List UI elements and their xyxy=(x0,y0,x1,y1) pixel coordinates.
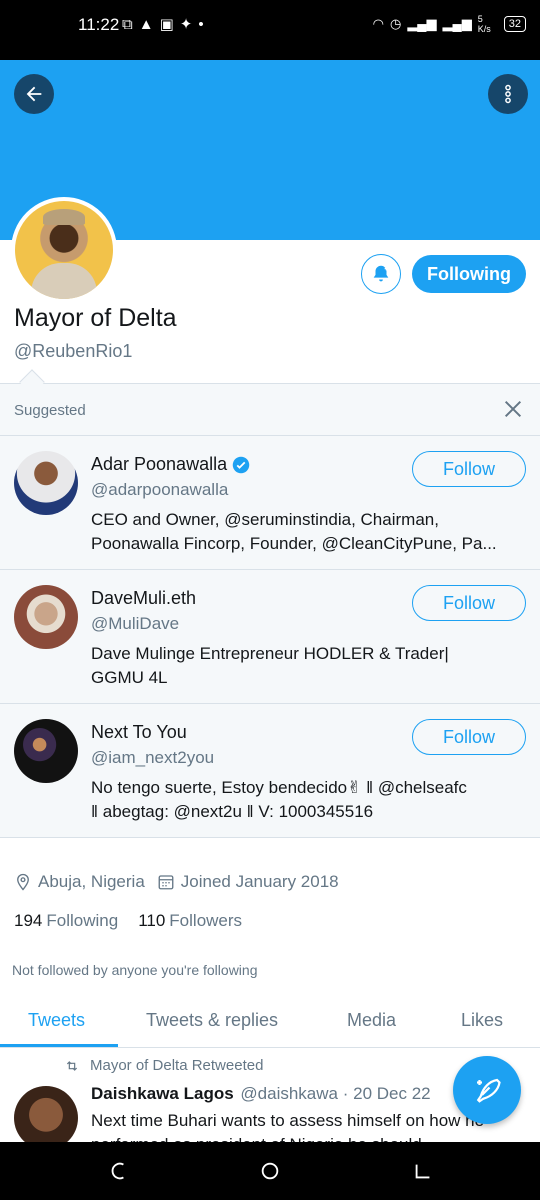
tab-media[interactable]: Media xyxy=(347,1010,396,1031)
bio-line: Dave Mulinge Entrepreneur HODLER & Trade… xyxy=(91,644,449,663)
suggested-name: DaveMuli.eth xyxy=(91,588,196,609)
bio-line: ‖ abegtag: @next2u ‖ V: 1000345516 xyxy=(91,802,374,821)
following-count-link[interactable]: 194 Following xyxy=(14,911,118,931)
system-nav-bar xyxy=(0,1142,540,1200)
tab-tweets[interactable]: Tweets xyxy=(28,1010,85,1031)
location-pin-icon xyxy=(17,873,29,891)
joined-item: Joined January 2018 xyxy=(157,872,339,892)
tweet-header: Daishkawa Lagos @daishkawa · 20 Dec 22 xyxy=(91,1084,431,1104)
app-icon: ▣ xyxy=(159,16,174,33)
tweet-author-name[interactable]: Daishkawa Lagos xyxy=(91,1084,234,1103)
suggested-name-text: Adar Poonawalla xyxy=(91,454,228,474)
alarm-icon: ◷ xyxy=(389,16,402,31)
location-text: Abuja, Nigeria xyxy=(38,872,145,891)
profile-avatar[interactable] xyxy=(11,197,117,303)
bio-line: GGMU 4L xyxy=(91,668,168,687)
more-options-button[interactable] xyxy=(488,74,528,114)
tweet-text[interactable]: Next time Buhari wants to assess himself… xyxy=(91,1109,521,1143)
suggested-item[interactable]: Next To You @iam_next2you No tengo suert… xyxy=(0,703,540,837)
profile-handle: @ReubenRio1 xyxy=(14,341,133,361)
tweet-author-handle: @daishkawa xyxy=(240,1084,338,1103)
retweet-context: Mayor of Delta Retweeted xyxy=(64,1057,263,1074)
avatar-body-shape xyxy=(31,263,97,299)
avatar[interactable] xyxy=(14,451,78,515)
back-nav-icon[interactable] xyxy=(412,1160,434,1182)
active-tab-indicator xyxy=(0,1044,118,1047)
back-button[interactable] xyxy=(14,74,54,114)
status-time: 11:22 xyxy=(78,15,120,34)
bio-line: No tengo suerte, Estoy bendecido✌ ‖ @che… xyxy=(91,778,467,797)
arrow-left-icon xyxy=(26,86,42,102)
followers-label: Followers xyxy=(169,911,243,930)
profile-display-name: Mayor of Delta xyxy=(14,304,177,332)
tweet-date: · 20 Dec 22 xyxy=(342,1084,431,1103)
compose-feather-icon xyxy=(476,1078,501,1103)
puzzle-icon: ✦ xyxy=(179,16,193,33)
bio-line: CEO and Owner, @seruminstindia, Chairman… xyxy=(91,510,439,529)
signal-icon: ▂▄▆ xyxy=(407,16,437,31)
dot-icon: • xyxy=(198,15,204,33)
recent-apps-icon[interactable] xyxy=(106,1160,128,1182)
avatar[interactable] xyxy=(14,719,78,783)
verified-badge-icon xyxy=(232,456,250,473)
bell-plus-icon xyxy=(373,265,389,282)
signal-icon-2: ▂▄▆ xyxy=(442,16,472,31)
avatar-hat-shape xyxy=(43,209,85,225)
following-count: 194 xyxy=(14,911,43,930)
home-icon[interactable] xyxy=(259,1160,281,1182)
close-icon[interactable] xyxy=(502,398,524,420)
suggested-item[interactable]: DaveMuli.eth @MuliDave Dave Mulinge Entr… xyxy=(0,569,540,703)
avatar[interactable] xyxy=(14,585,78,649)
headphones-icon: ◠ xyxy=(372,16,384,31)
suggested-name: Next To You xyxy=(91,722,187,743)
suggested-bio: No tengo suerte, Estoy bendecido✌ ‖ @che… xyxy=(91,776,531,824)
suggested-heading: Suggested xyxy=(14,402,86,419)
follow-button[interactable]: Follow xyxy=(412,451,526,487)
battery-icon: 32 xyxy=(503,16,526,32)
notifications-toggle-button[interactable] xyxy=(361,254,401,294)
suggested-bio: CEO and Owner, @seruminstindia, Chairman… xyxy=(91,508,531,556)
avatar[interactable] xyxy=(14,1086,78,1150)
tab-tweets-replies[interactable]: Tweets & replies xyxy=(146,1010,278,1031)
suggested-handle: @iam_next2you xyxy=(91,748,215,767)
tab-likes[interactable]: Likes xyxy=(461,1010,503,1031)
suggested-accounts-panel: Suggested Adar Poonawalla @adarpoonawall… xyxy=(0,383,540,838)
more-vertical-icon xyxy=(505,84,511,104)
suggested-name-text: Next To You xyxy=(91,722,187,742)
follow-button[interactable]: Follow xyxy=(412,719,526,755)
bio-line: Poonawalla Fincorp, Founder, @CleanCityP… xyxy=(91,534,497,553)
status-system-icons: ◠ ◷ ▂▄▆ ▂▄▆ 5 K/s 32 xyxy=(373,14,526,34)
following-button[interactable]: Following xyxy=(412,255,526,293)
profile-meta: Abuja, Nigeria Joined January 2018 xyxy=(14,872,339,892)
suggested-name-text: DaveMuli.eth xyxy=(91,588,197,608)
follow-counts: 194 Following 110 Followers xyxy=(14,911,242,931)
suggested-name: Adar Poonawalla xyxy=(91,454,250,475)
retweet-label: Mayor of Delta Retweeted xyxy=(90,1057,264,1074)
status-notification-icons: ⧉ ▲ ▣ ✦ • xyxy=(122,15,204,34)
profile-tabs: Tweets Tweets & replies Media Likes xyxy=(0,1000,540,1048)
suggested-handle: @adarpoonawalla xyxy=(91,480,229,499)
calendar-icon xyxy=(158,875,174,890)
retweet-icon xyxy=(66,1060,78,1071)
warning-icon: ▲ xyxy=(138,15,154,33)
joined-text: Joined January 2018 xyxy=(180,872,339,891)
follow-button[interactable]: Follow xyxy=(412,585,526,621)
app-notification-icon: ⧉ xyxy=(122,15,133,33)
network-speed: 5 K/s xyxy=(477,14,491,34)
followers-count-link[interactable]: 110 Followers xyxy=(138,911,242,931)
followers-count: 110 xyxy=(138,911,166,930)
not-followed-text: Not followed by anyone you're following xyxy=(12,962,258,978)
location-item: Abuja, Nigeria xyxy=(14,872,145,892)
following-label: Following xyxy=(46,911,119,930)
suggested-item[interactable]: Adar Poonawalla @adarpoonawalla CEO and … xyxy=(0,435,540,569)
suggested-bio: Dave Mulinge Entrepreneur HODLER & Trade… xyxy=(91,642,531,690)
suggested-handle: @MuliDave xyxy=(91,614,180,633)
status-bar: 11:22 ⧉ ▲ ▣ ✦ • ◠ ◷ ▂▄▆ ▂▄▆ 5 K/s 32 xyxy=(0,0,540,60)
compose-tweet-button[interactable] xyxy=(453,1056,521,1124)
